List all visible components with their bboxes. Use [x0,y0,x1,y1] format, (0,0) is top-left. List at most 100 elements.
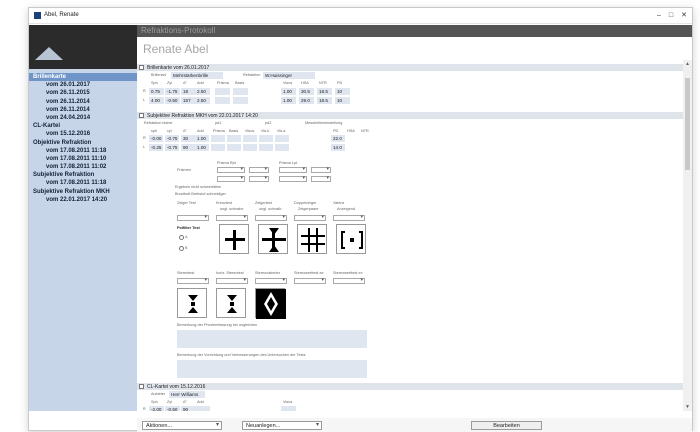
section-checkbox[interactable] [139,65,144,70]
scroll-thumb[interactable] [685,78,690,170]
table-header: A° [183,400,188,404]
sidebar-header [29,25,137,69]
stereo-header: Stereovaleniez [255,271,281,275]
close-icon[interactable]: ✕ [678,11,690,21]
prisma-r-combo-3[interactable] [217,175,245,182]
sidebar-item[interactable]: vom 17.08.2011 11:10 [29,155,137,163]
table-cell[interactable] [259,144,273,151]
table-cell[interactable] [233,88,248,95]
minimize-icon[interactable]: – [653,11,665,21]
prisma-l-combo-4[interactable] [311,175,331,182]
bemerkung-2-textarea[interactable] [177,360,367,378]
table-cell[interactable] [275,144,289,151]
scroll-up-icon[interactable]: ▲ [683,60,692,68]
table-cell[interactable] [211,135,225,142]
sidebar: Brillenkarte vom 26.01.2017 vom 26.11.2015… [29,25,137,411]
aktionen-dropdown[interactable]: Aktionen... [142,421,222,430]
sidebar-item[interactable]: vom 26.11.2014 [29,106,137,114]
maximize-icon[interactable]: □ [665,11,677,21]
stereo-test-image-3[interactable] [255,288,286,319]
test-combo-5[interactable] [333,214,365,221]
prisma-l-combo-3[interactable] [279,175,307,182]
pd1-label: pd1 [215,121,222,125]
prisma-r-combo-2[interactable] [249,166,269,173]
stereo-test-image-2[interactable] [216,288,246,318]
main-content[interactable]: Brillenkarte vom 26.01.2017 Brillenart M… [137,60,683,411]
prisma-r-label: Prisma Rpt [217,161,236,165]
sidebar-item[interactable]: vom 26.11.2014 [29,98,137,106]
table-cell-value: 29.0 [301,98,310,103]
table-cell-value: -0.00 [151,136,162,141]
table-cell[interactable] [275,135,289,142]
sidebar-item[interactable]: vom 26.11.2015 [29,89,137,97]
double-pointer-icon [301,228,325,252]
sidebar-item[interactable]: Brillenkarte [29,73,137,82]
prisma-r-combo-4[interactable] [249,175,269,182]
polfilter-label: Polfilter Test [177,226,200,230]
header-bar: Refraktions-Protokoll [137,25,692,37]
table-cell[interactable] [215,88,230,95]
radio-a[interactable] [179,235,184,240]
section-clkartei-header[interactable]: CL-Kartei vom 15.12.2016 [137,383,683,390]
table-cell[interactable] [215,97,230,104]
sidebar-item[interactable]: vom 15.12.2016 [29,130,137,138]
bemerkung-1-textarea[interactable] [177,330,367,348]
sidebar-item[interactable]: vom 17.08.2011 11:18 [29,179,137,187]
stereo-combo-2[interactable] [216,277,248,284]
section-brillenkarte-header[interactable]: Brillenkarte vom 26.01.2017 [137,64,683,71]
test-combo-4[interactable] [294,214,326,221]
sidebar-item[interactable]: vom 26.01.2017 [29,81,137,89]
test-combo-2[interactable] [216,214,248,221]
sidebar-item[interactable]: Subjektive Refraktion [29,171,137,179]
sidebar-item[interactable]: Objektive Refraktion [29,139,137,147]
table-cell-value: 1.00 [283,98,292,103]
sidebar-item[interactable]: vom 24.04.2014 [29,114,137,122]
table-cell-value: 1.00 [197,145,206,150]
table-cell[interactable] [281,406,296,411]
test-combo-3[interactable] [255,214,287,221]
table-cell[interactable] [227,135,241,142]
vertical-scrollbar[interactable]: ▲ ▼ [683,60,692,411]
stereo-combo-1[interactable] [177,277,209,284]
table-cell[interactable] [259,135,273,142]
sidebar-item[interactable]: vom 17.08.2011 11:02 [29,163,137,171]
section-checkbox[interactable] [139,113,144,118]
table-cell-value: 2.50 [197,98,206,103]
prisma-l-combo-2[interactable] [311,166,331,173]
scroll-down-icon[interactable]: ▼ [683,403,692,411]
stereo-test-image-1[interactable] [177,288,207,318]
double-pointer-test-image[interactable] [297,224,327,254]
section-subjektiv-header[interactable]: Subjektive Refraktion MKH vom 22.01.2017… [137,112,683,119]
sidebar-item[interactable]: CL-Kartei [29,122,137,130]
anbieter-value: Herr Williams [171,392,199,397]
table-cell[interactable] [211,144,225,151]
app-icon [34,12,41,19]
brillenart-value: Mehrstärkenbrille [173,73,209,78]
sidebar-item[interactable]: vom 22.01.2017 14:20 [29,196,137,204]
table-cell[interactable] [243,144,257,151]
stereo-combo-3[interactable] [255,277,287,284]
table-cell[interactable] [243,135,257,142]
app-window: Abel, Renate – □ ✕ Brillenkarte vom 26.01… [28,7,693,432]
prisma-l-combo-1[interactable] [279,166,307,173]
stereo-combo-5[interactable] [333,277,365,284]
neuanlegen-dropdown[interactable]: Neuanlegen... [242,421,322,430]
section-checkbox[interactable] [139,384,144,389]
pointer-test-image[interactable] [258,224,288,254]
cross-test-image[interactable] [219,224,249,254]
table-header: HSA [301,81,309,85]
valence-test-image[interactable] [336,224,366,254]
sidebar-item[interactable]: vom 17.08.2011 11:18 [29,147,137,155]
table-cell[interactable] [227,144,241,151]
table-header: Add [197,81,204,85]
table-header: cyl [167,129,172,133]
radio-b[interactable] [179,246,184,251]
sidebar-item[interactable]: Subjektive Refraktion MKH [29,188,137,196]
table-header: Prisma [213,129,225,133]
prisma-r-combo-1[interactable] [217,166,245,173]
table-cell[interactable] [233,97,248,104]
bearbeiten-button[interactable]: Bearbeiten [471,421,542,430]
stereo-combo-4[interactable] [294,277,326,284]
test-combo-1[interactable] [177,214,209,221]
table-cell[interactable] [195,406,210,411]
